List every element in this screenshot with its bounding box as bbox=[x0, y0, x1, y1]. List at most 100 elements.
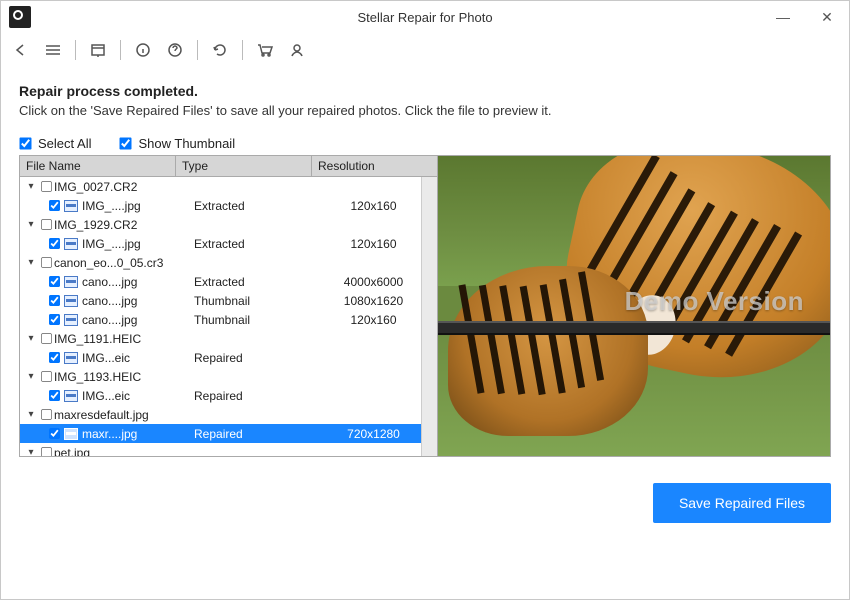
row-checkbox[interactable] bbox=[46, 199, 62, 212]
tree-file-row[interactable]: IMG_....jpgExtracted120x160 bbox=[20, 234, 437, 253]
tree-group-row[interactable]: ▾ canon_eo...0_05.cr3 bbox=[20, 253, 437, 272]
tree-group-row[interactable]: ▾ IMG_1929.CR2 bbox=[20, 215, 437, 234]
tree-group-row[interactable]: ▾ pet.jpg bbox=[20, 443, 437, 456]
image-file-icon bbox=[64, 314, 78, 326]
table-header: File Name Type Resolution bbox=[20, 156, 437, 177]
file-type: Repaired bbox=[194, 389, 330, 403]
separator bbox=[242, 40, 243, 60]
row-checkbox[interactable] bbox=[46, 275, 62, 288]
select-all-input[interactable] bbox=[19, 137, 31, 149]
scrollbar[interactable] bbox=[421, 177, 437, 456]
image-file-icon bbox=[64, 390, 78, 402]
group-label: IMG_0027.CR2 bbox=[54, 180, 314, 194]
chevron-down-icon[interactable]: ▾ bbox=[24, 447, 38, 456]
row-checkbox[interactable] bbox=[46, 294, 62, 307]
preview-rail bbox=[438, 321, 830, 335]
file-label: cano....jpg bbox=[82, 313, 194, 327]
file-type: Extracted bbox=[194, 275, 330, 289]
file-label: IMG_....jpg bbox=[82, 199, 194, 213]
select-all-checkbox[interactable]: Select All bbox=[19, 136, 91, 151]
file-type: Thumbnail bbox=[194, 294, 330, 308]
tree-file-row[interactable]: cano....jpgExtracted4000x6000 bbox=[20, 272, 437, 291]
table-body[interactable]: ▾ IMG_0027.CR2 IMG_....jpgExtracted120x160… bbox=[20, 177, 437, 456]
image-file-icon bbox=[64, 352, 78, 364]
menu-icon[interactable] bbox=[39, 36, 67, 64]
row-checkbox[interactable] bbox=[46, 313, 62, 326]
file-type: Extracted bbox=[194, 237, 330, 251]
info-icon[interactable] bbox=[129, 36, 157, 64]
file-tree: File Name Type Resolution ▾ IMG_0027.CR2 I… bbox=[20, 156, 438, 456]
col-type[interactable]: Type bbox=[176, 156, 312, 176]
tree-file-row[interactable]: maxr....jpgRepaired720x1280 bbox=[20, 424, 437, 443]
tree-file-row[interactable]: cano....jpgThumbnail1080x1620 bbox=[20, 291, 437, 310]
row-checkbox[interactable] bbox=[38, 446, 54, 456]
group-label: IMG_1929.CR2 bbox=[54, 218, 314, 232]
file-label: IMG...eic bbox=[82, 389, 194, 403]
show-thumbnail-label: Show Thumbnail bbox=[138, 136, 235, 151]
file-label: cano....jpg bbox=[82, 294, 194, 308]
save-repaired-files-button[interactable]: Save Repaired Files bbox=[653, 483, 831, 523]
list-icon[interactable] bbox=[84, 36, 112, 64]
cart-icon[interactable] bbox=[251, 36, 279, 64]
group-label: pet.jpg bbox=[54, 446, 314, 457]
titlebar: Stellar Repair for Photo — ✕ bbox=[1, 1, 849, 33]
file-label: maxr....jpg bbox=[82, 427, 194, 441]
image-file-icon bbox=[64, 428, 78, 440]
chevron-down-icon[interactable]: ▾ bbox=[24, 371, 38, 382]
tree-file-row[interactable]: IMG...eicRepaired bbox=[20, 386, 437, 405]
tree-group-row[interactable]: ▾IMG_1191.HEIC bbox=[20, 329, 437, 348]
select-all-label: Select All bbox=[38, 136, 91, 151]
preview-pane: Demo Version bbox=[438, 156, 830, 456]
row-checkbox[interactable] bbox=[46, 351, 62, 364]
row-checkbox[interactable] bbox=[38, 180, 54, 193]
help-icon[interactable] bbox=[161, 36, 189, 64]
toolbar bbox=[1, 33, 849, 67]
chevron-down-icon[interactable]: ▾ bbox=[24, 333, 38, 344]
file-type: Repaired bbox=[194, 351, 330, 365]
back-button[interactable] bbox=[7, 36, 35, 64]
row-checkbox[interactable] bbox=[46, 389, 62, 402]
file-label: cano....jpg bbox=[82, 275, 194, 289]
page-title: Repair process completed. bbox=[19, 83, 831, 99]
user-icon[interactable] bbox=[283, 36, 311, 64]
separator bbox=[120, 40, 121, 60]
chevron-down-icon[interactable]: ▾ bbox=[24, 257, 38, 268]
row-checkbox[interactable] bbox=[38, 408, 54, 421]
chevron-down-icon[interactable]: ▾ bbox=[24, 409, 38, 420]
row-checkbox[interactable] bbox=[38, 218, 54, 231]
group-label: canon_eo...0_05.cr3 bbox=[54, 256, 314, 270]
tree-file-row[interactable]: cano....jpgThumbnail120x160 bbox=[20, 310, 437, 329]
file-label: IMG...eic bbox=[82, 351, 194, 365]
image-file-icon bbox=[64, 200, 78, 212]
show-thumbnail-checkbox[interactable]: Show Thumbnail bbox=[119, 136, 235, 151]
group-label: IMG_1193.HEIC bbox=[54, 370, 314, 384]
col-filename[interactable]: File Name bbox=[20, 156, 176, 176]
options-row: Select All Show Thumbnail bbox=[19, 136, 831, 151]
tree-group-row[interactable]: ▾ IMG_1193.HEIC bbox=[20, 367, 437, 386]
tree-file-row[interactable]: IMG_....jpgExtracted120x160 bbox=[20, 196, 437, 215]
page-subtitle: Click on the 'Save Repaired Files' to sa… bbox=[19, 103, 831, 118]
row-checkbox[interactable] bbox=[38, 332, 54, 345]
watermark-text: Demo Version bbox=[625, 286, 804, 317]
chevron-down-icon[interactable]: ▾ bbox=[24, 181, 38, 192]
file-type: Thumbnail bbox=[194, 313, 330, 327]
separator bbox=[197, 40, 198, 60]
row-checkbox[interactable] bbox=[38, 370, 54, 383]
image-file-icon bbox=[64, 295, 78, 307]
row-checkbox[interactable] bbox=[38, 256, 54, 269]
image-file-icon bbox=[64, 276, 78, 288]
show-thumbnail-input[interactable] bbox=[120, 137, 132, 149]
chevron-down-icon[interactable]: ▾ bbox=[24, 219, 38, 230]
preview-subject bbox=[448, 266, 648, 436]
tree-group-row[interactable]: ▾ IMG_0027.CR2 bbox=[20, 177, 437, 196]
refresh-icon[interactable] bbox=[206, 36, 234, 64]
row-checkbox[interactable] bbox=[46, 427, 62, 440]
tree-group-row[interactable]: ▾ maxresdefault.jpg bbox=[20, 405, 437, 424]
col-resolution[interactable]: Resolution bbox=[312, 156, 437, 176]
tree-file-row[interactable]: IMG...eicRepaired bbox=[20, 348, 437, 367]
window-title: Stellar Repair for Photo bbox=[1, 10, 849, 25]
row-checkbox[interactable] bbox=[46, 237, 62, 250]
results-panel: File Name Type Resolution ▾ IMG_0027.CR2 I… bbox=[19, 155, 831, 457]
group-label: maxresdefault.jpg bbox=[54, 408, 314, 422]
footer: Save Repaired Files bbox=[1, 457, 849, 541]
